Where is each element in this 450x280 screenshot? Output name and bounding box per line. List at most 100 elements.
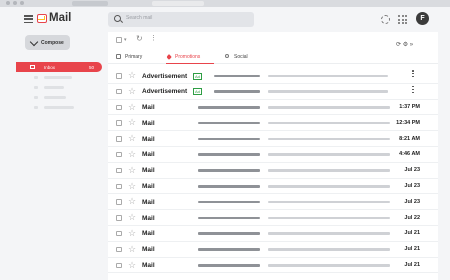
star-icon[interactable]: ☆: [128, 102, 136, 112]
refresh-icon[interactable]: ⟳: [396, 42, 401, 48]
ad-row[interactable]: ☆ Advertisement Ad: [108, 68, 438, 84]
snippet-placeholder: [268, 106, 390, 109]
tab-label: Primary: [125, 54, 143, 60]
expand-icon[interactable]: »: [410, 42, 413, 48]
snippet-placeholder: [268, 216, 390, 220]
table-row[interactable]: ☆ Mail Jul 21: [108, 226, 438, 242]
sidebar-item-inbox[interactable]: Inbox 50: [16, 62, 102, 72]
browser-tab[interactable]: [72, 1, 108, 6]
sidebar-item-placeholder[interactable]: [44, 86, 64, 89]
compose-label: Compose: [41, 39, 64, 46]
star-icon[interactable]: ☆: [128, 260, 136, 270]
star-icon[interactable]: ☆: [128, 70, 136, 80]
star-icon[interactable]: ☆: [128, 228, 136, 238]
people-icon: [225, 53, 229, 58]
table-row[interactable]: ☆ Mail 4:46 AM: [108, 147, 438, 163]
chevron-down-icon[interactable]: ▾: [124, 38, 130, 44]
avatar[interactable]: F: [416, 12, 429, 25]
tab-promotions[interactable]: Promotions: [166, 50, 214, 64]
row-checkbox[interactable]: [116, 199, 122, 205]
row-checkbox[interactable]: [116, 230, 122, 237]
table-row[interactable]: ☆ Mail Jul 21: [108, 258, 438, 274]
compose-button[interactable]: Compose: [25, 35, 70, 50]
tab-primary[interactable]: Primary: [116, 50, 158, 64]
star-icon[interactable]: ☆: [128, 165, 136, 175]
sender-name: Advertisement: [142, 88, 188, 96]
settings-icon[interactable]: ⚙: [403, 42, 408, 48]
row-checkbox[interactable]: [116, 88, 122, 95]
snippet-placeholder: [268, 264, 390, 267]
sender-name: Mail: [142, 151, 155, 159]
message-date: 12:34 PM: [396, 119, 420, 126]
row-checkbox[interactable]: [116, 167, 122, 174]
ad-row[interactable]: ☆ Advertisement Ad: [108, 84, 438, 100]
sidebar-item-placeholder[interactable]: [44, 76, 72, 79]
more-vertical-icon[interactable]: ⋮: [150, 35, 157, 42]
row-checkbox[interactable]: [116, 262, 122, 269]
subject-placeholder: [198, 121, 260, 125]
sender-name: Mail: [142, 214, 155, 222]
sidebar-item-placeholder[interactable]: [44, 96, 66, 99]
inbox-label: Inbox: [44, 64, 56, 70]
search-input[interactable]: Search mail: [108, 12, 254, 27]
subject-placeholder: [198, 216, 260, 220]
star-icon[interactable]: ☆: [128, 86, 136, 96]
menu-icon[interactable]: [24, 15, 33, 24]
tab-social[interactable]: Social: [225, 50, 265, 64]
window-dot: [13, 1, 17, 5]
row-checkbox[interactable]: [116, 104, 122, 111]
message-date: Jul 23: [404, 198, 420, 205]
more-vertical-icon[interactable]: [412, 70, 414, 79]
star-icon[interactable]: ☆: [128, 244, 136, 254]
sender-name: Mail: [142, 183, 155, 191]
table-row[interactable]: ☆ Mail Jul 23: [108, 179, 438, 195]
sender-name: Mail: [142, 230, 155, 238]
message-date: 8:21 AM: [399, 135, 420, 142]
message-date: 1:37 PM: [399, 104, 420, 111]
star-icon[interactable]: ☆: [128, 133, 136, 143]
apps-grid-icon[interactable]: [398, 15, 407, 24]
table-row[interactable]: ☆ Mail 1:37 PM: [108, 100, 438, 116]
ad-badge: Ad: [193, 88, 202, 96]
select-all-checkbox[interactable]: [116, 37, 122, 43]
star-icon[interactable]: ☆: [128, 149, 136, 159]
table-row[interactable]: ☆ Mail 12:34 PM: [108, 115, 438, 132]
row-checkbox[interactable]: [116, 136, 122, 142]
list-controls: ⟳ ⚙ »: [396, 41, 413, 48]
message-list: ☆ Advertisement Ad ☆ Advertisement Ad ☆ Mail 1:3…: [108, 68, 438, 274]
row-checkbox[interactable]: [116, 120, 122, 126]
sidebar-item-placeholder[interactable]: [44, 106, 74, 109]
star-icon[interactable]: ☆: [128, 181, 136, 191]
row-checkbox[interactable]: [116, 151, 122, 158]
refresh-icon[interactable]: ↻: [136, 35, 143, 43]
browser-tab-active[interactable]: [152, 1, 204, 6]
star-icon[interactable]: ☆: [128, 196, 136, 206]
sender-name: Mail: [142, 246, 155, 254]
subject-placeholder: [198, 264, 260, 267]
table-row[interactable]: ☆ Mail Jul 23: [108, 163, 438, 179]
star-icon[interactable]: ☆: [128, 117, 136, 127]
sender-name: Advertisement: [142, 72, 188, 80]
subject-placeholder: [198, 106, 260, 109]
message-date: 4:46 AM: [399, 151, 420, 158]
row-checkbox[interactable]: [116, 183, 122, 190]
table-row[interactable]: ☆ Mail Jul 21: [108, 242, 438, 258]
scrollbar-track[interactable]: [438, 32, 450, 280]
snippet-placeholder: [268, 169, 390, 172]
row-checkbox[interactable]: [116, 215, 122, 221]
sidebar-item-icon-placeholder: [34, 96, 38, 99]
mail-logo-icon: [37, 14, 47, 23]
row-checkbox[interactable]: [116, 246, 122, 253]
more-vertical-icon[interactable]: [412, 85, 414, 95]
table-row[interactable]: ☆ Mail Jul 22: [108, 210, 438, 226]
subject-placeholder: [214, 74, 260, 77]
tab-label: Promotions: [175, 54, 201, 60]
row-checkbox[interactable]: [116, 73, 122, 79]
table-row[interactable]: ☆ Mail Jul 23: [108, 194, 438, 211]
star-icon[interactable]: ☆: [128, 212, 136, 222]
table-row[interactable]: ☆ Mail 8:21 AM: [108, 131, 438, 147]
message-date: Jul 21: [404, 262, 420, 269]
sender-name: Mail: [142, 119, 155, 127]
gear-icon[interactable]: [381, 15, 390, 24]
subject-placeholder: [198, 185, 260, 188]
